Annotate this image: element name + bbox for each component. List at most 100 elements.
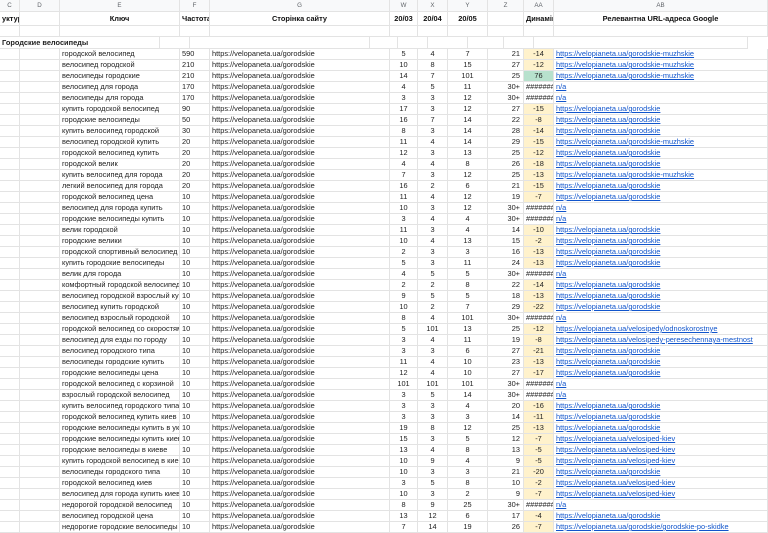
site-page-cell[interactable]: https://velopaneta.ua/gorodskie <box>210 104 390 115</box>
relevant-url-cell[interactable]: https://velopianeta.ua/gorodskie <box>554 412 768 423</box>
empty-cell[interactable] <box>0 368 20 379</box>
position-current-cell[interactable]: 18 <box>488 291 524 302</box>
relevant-url-link[interactable]: https://velopianeta.ua/velosiped-kiev <box>556 456 675 465</box>
relevant-url-link[interactable]: https://velopianeta.ua/gorodskie <box>556 236 660 245</box>
site-page-cell[interactable]: https://velopaneta.ua/gorodskie <box>210 159 390 170</box>
empty-cell[interactable] <box>534 37 748 49</box>
empty-cell[interactable] <box>0 500 20 511</box>
position-2005-cell[interactable]: 101 <box>448 71 488 82</box>
relevant-url-cell[interactable]: https://velopianeta.ua/gorodskie <box>554 192 768 203</box>
position-2004-cell[interactable]: 2 <box>418 280 448 291</box>
empty-cell[interactable] <box>20 434 60 445</box>
position-2004-cell[interactable]: 3 <box>418 203 448 214</box>
keyword-cell[interactable]: велосипед для езды по городу <box>60 335 180 346</box>
position-current-cell[interactable]: 14 <box>488 412 524 423</box>
empty-cell[interactable] <box>0 280 20 291</box>
position-2005-cell[interactable]: 19 <box>448 522 488 533</box>
dynamics-cell[interactable]: -4 <box>524 511 554 522</box>
header-cell[interactable]: уктура <box>0 12 20 26</box>
relevant-url-cell[interactable]: https://velopianeta.ua/gorodskie <box>554 236 768 247</box>
position-current-cell[interactable]: 30+ <box>488 214 524 225</box>
relevant-url-link[interactable]: https://velopianeta.ua/gorodskie-muzhski… <box>556 137 694 146</box>
position-current-cell[interactable]: 28 <box>488 126 524 137</box>
position-current-cell[interactable]: 30+ <box>488 500 524 511</box>
empty-cell[interactable] <box>0 522 20 533</box>
empty-cell[interactable] <box>20 104 60 115</box>
frequency-cell[interactable]: 170 <box>180 82 210 93</box>
site-page-cell[interactable]: https://velopaneta.ua/gorodskie <box>210 93 390 104</box>
position-2005-cell[interactable]: 6 <box>448 181 488 192</box>
empty-cell[interactable] <box>180 26 210 37</box>
empty-cell[interactable] <box>190 37 370 49</box>
column-letter-ab[interactable]: AB <box>554 0 768 12</box>
frequency-cell[interactable]: 10 <box>180 379 210 390</box>
frequency-cell[interactable]: 10 <box>180 423 210 434</box>
keyword-cell[interactable]: легкий велосипед для города <box>60 181 180 192</box>
position-2003-cell[interactable]: 2 <box>390 280 418 291</box>
keyword-cell[interactable]: купить велосипед для города <box>60 170 180 181</box>
empty-cell[interactable] <box>390 26 418 37</box>
frequency-cell[interactable]: 10 <box>180 401 210 412</box>
position-2004-cell[interactable]: 3 <box>418 93 448 104</box>
position-2003-cell[interactable]: 7 <box>390 522 418 533</box>
dynamics-cell[interactable]: -8 <box>524 115 554 126</box>
position-2005-cell[interactable]: 11 <box>448 82 488 93</box>
position-2004-cell[interactable]: 4 <box>418 192 448 203</box>
empty-cell[interactable] <box>20 445 60 456</box>
relevant-url-link[interactable]: https://velopianeta.ua/gorodskie <box>556 181 660 190</box>
keyword-cell[interactable]: велосипед для города купить <box>60 203 180 214</box>
keyword-cell[interactable]: городские велики <box>60 236 180 247</box>
relevant-url-link[interactable]: https://velopianeta.ua/gorodskie-muzhski… <box>556 71 694 80</box>
position-current-cell[interactable]: 29 <box>488 302 524 313</box>
keyword-cell[interactable]: велосипед взрослый городской <box>60 313 180 324</box>
column-letter-d[interactable]: D <box>20 0 60 12</box>
keyword-cell[interactable]: купить велосипед городской <box>60 126 180 137</box>
empty-cell[interactable] <box>524 26 554 37</box>
frequency-cell[interactable]: 10 <box>180 280 210 291</box>
relevant-url-link[interactable]: https://velopianeta.ua/gorodskie <box>556 247 660 256</box>
relevant-url-link[interactable]: https://velopianeta.ua/gorodskie <box>556 159 660 168</box>
keyword-cell[interactable]: городской велик <box>60 159 180 170</box>
position-2005-cell[interactable]: 7 <box>448 302 488 313</box>
position-2004-cell[interactable]: 5 <box>418 390 448 401</box>
position-current-cell[interactable]: 30+ <box>488 313 524 324</box>
relevant-url-cell[interactable]: https://velopianeta.ua/gorodskie <box>554 423 768 434</box>
position-current-cell[interactable]: 29 <box>488 137 524 148</box>
dynamics-cell[interactable]: -16 <box>524 401 554 412</box>
empty-cell[interactable] <box>20 115 60 126</box>
position-2005-cell[interactable]: 3 <box>448 467 488 478</box>
dynamics-cell[interactable]: -5 <box>524 445 554 456</box>
relevant-url-cell[interactable]: https://velopianeta.ua/gorodskie-muzhski… <box>554 170 768 181</box>
frequency-cell[interactable]: 10 <box>180 247 210 258</box>
position-2005-cell[interactable]: 5 <box>448 291 488 302</box>
empty-cell[interactable] <box>20 280 60 291</box>
frequency-cell[interactable]: 10 <box>180 522 210 533</box>
empty-cell[interactable] <box>20 489 60 500</box>
position-current-cell[interactable]: 27 <box>488 346 524 357</box>
frequency-cell[interactable]: 20 <box>180 181 210 192</box>
relevant-url-cell[interactable]: n/a <box>554 214 768 225</box>
frequency-cell[interactable]: 10 <box>180 291 210 302</box>
position-current-cell[interactable]: 27 <box>488 368 524 379</box>
empty-cell[interactable] <box>0 60 20 71</box>
dynamics-cell[interactable]: -13 <box>524 357 554 368</box>
relevant-url-link[interactable]: n/a <box>556 313 566 322</box>
position-2003-cell[interactable]: 3 <box>390 390 418 401</box>
empty-cell[interactable] <box>370 37 398 49</box>
relevant-url-cell[interactable]: https://velopianeta.ua/gorodskie <box>554 291 768 302</box>
position-2004-cell[interactable]: 5 <box>418 82 448 93</box>
position-2003-cell[interactable]: 101 <box>390 379 418 390</box>
relevant-url-cell[interactable]: n/a <box>554 313 768 324</box>
position-2004-cell[interactable]: 3 <box>418 247 448 258</box>
position-current-cell[interactable]: 13 <box>488 445 524 456</box>
position-2003-cell[interactable]: 13 <box>390 445 418 456</box>
empty-cell[interactable] <box>20 522 60 533</box>
relevant-url-link[interactable]: https://velopianeta.ua/gorodskie-muzhski… <box>556 170 694 179</box>
position-2003-cell[interactable]: 17 <box>390 104 418 115</box>
keyword-cell[interactable]: городской велосипед купить <box>60 148 180 159</box>
site-page-cell[interactable]: https://velopaneta.ua/gorodskie <box>210 379 390 390</box>
empty-cell[interactable] <box>20 313 60 324</box>
position-2003-cell[interactable]: 8 <box>390 126 418 137</box>
dynamics-cell[interactable]: -18 <box>524 159 554 170</box>
dynamics-cell[interactable]: ######## <box>524 82 554 93</box>
